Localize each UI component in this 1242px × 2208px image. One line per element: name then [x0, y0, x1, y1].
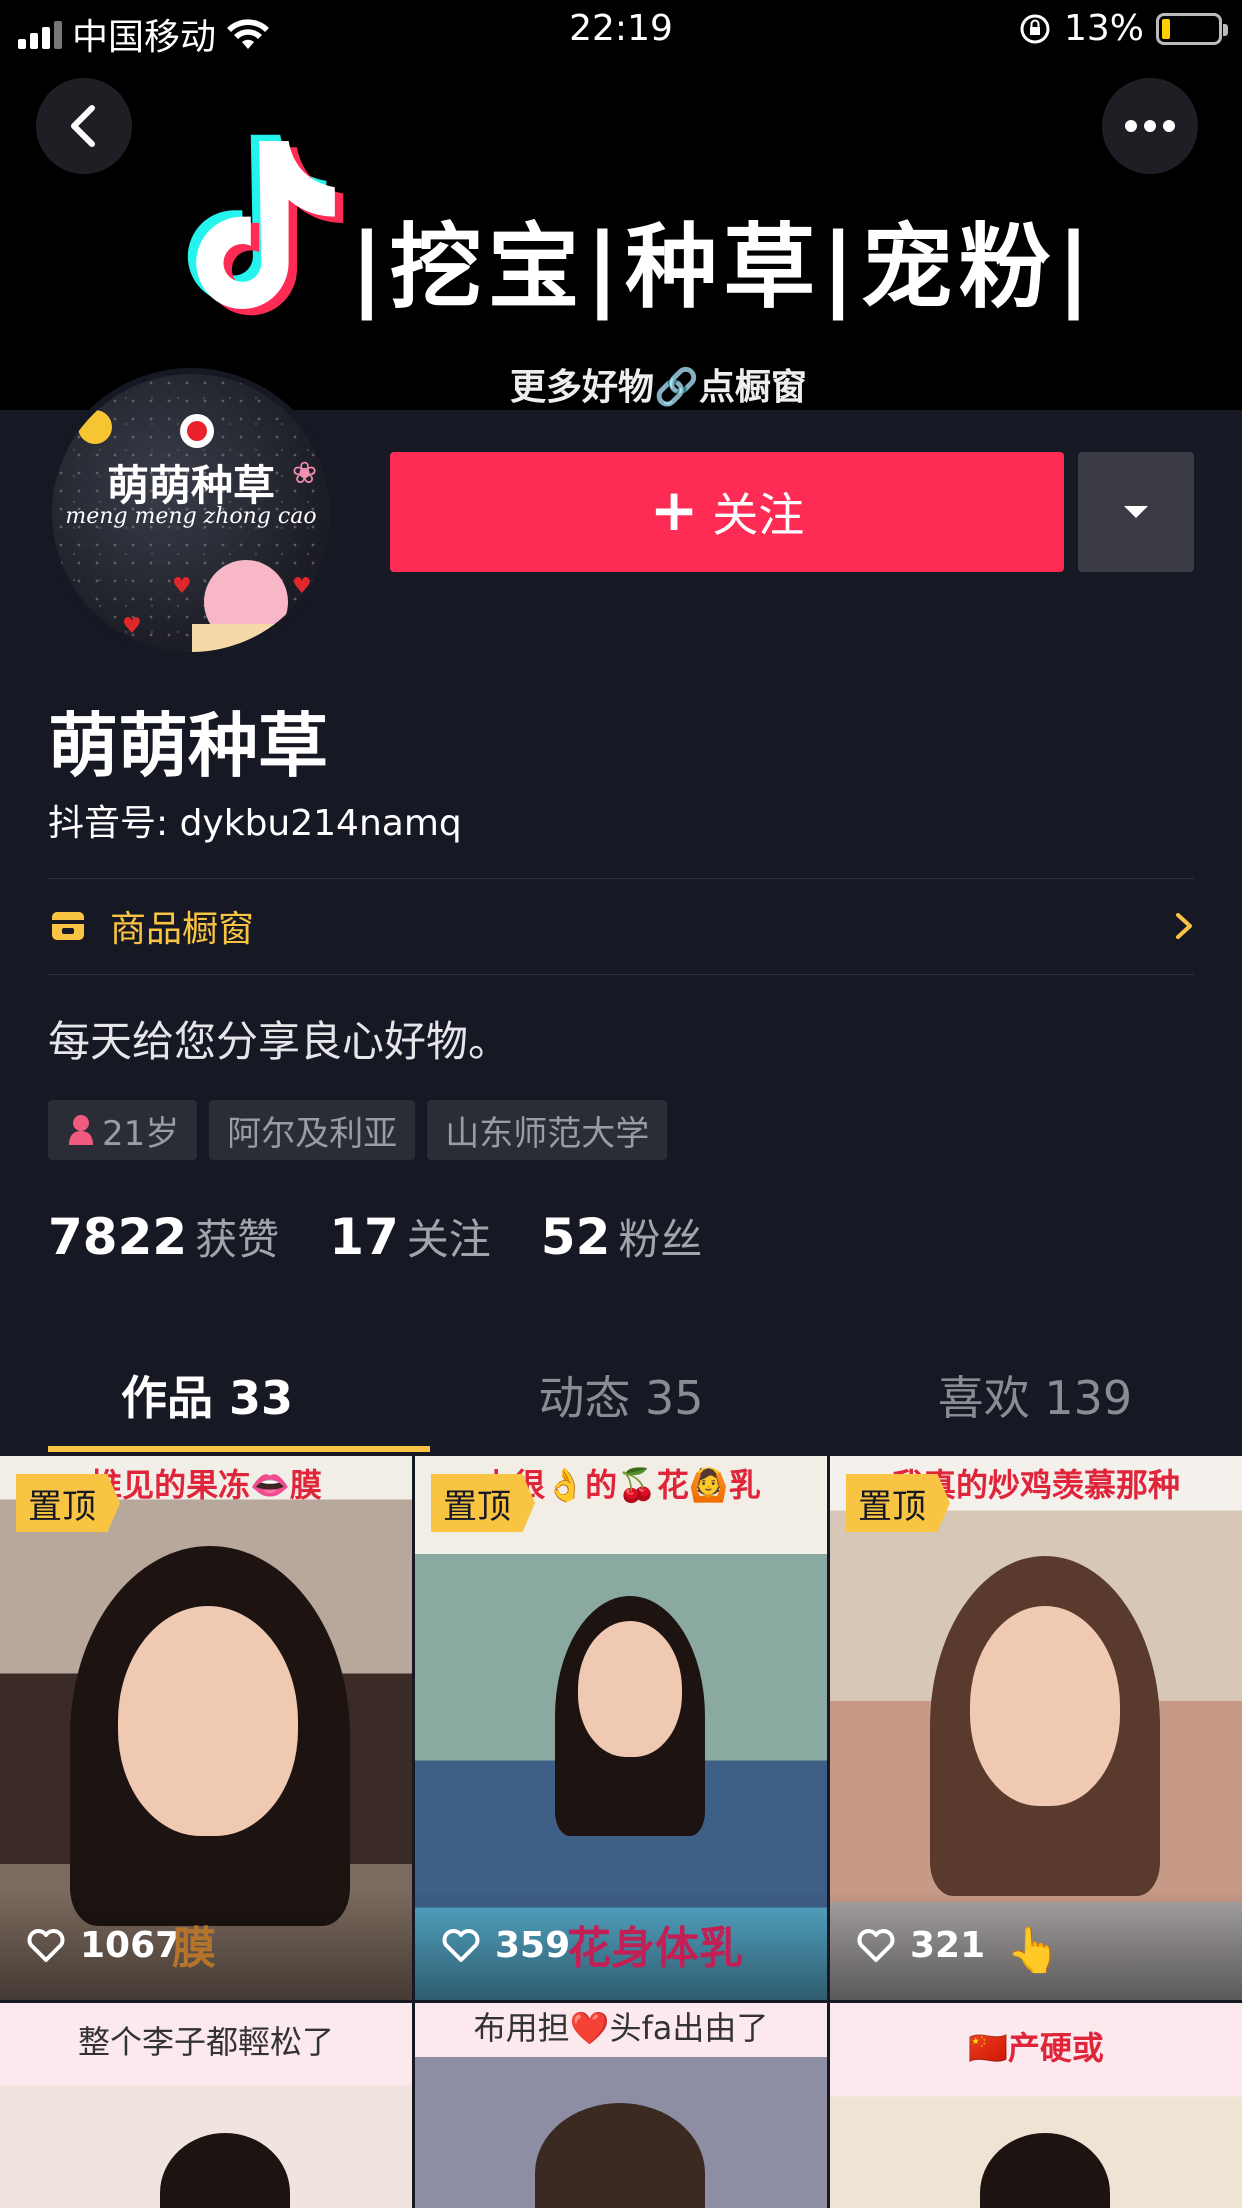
tiktok-logo-icon [187, 134, 344, 316]
profile-banner: |挖宝|种草|宠粉| 更多好物🔗点橱窗 中国移动 22:19 13% [0, 0, 1242, 410]
status-bar: 中国移动 22:19 13% [0, 0, 1242, 60]
tab-moments[interactable]: 动态 35 [414, 1340, 828, 1450]
video-grid: 推见的果冻👄膜 置顶 1067 膜 上很👌的🍒花🙆乳 置顶 359 花身体乳 我… [0, 1456, 1242, 2208]
rotation-lock-icon [1020, 14, 1050, 43]
caret-down-icon [1124, 506, 1148, 518]
heart-icon: ♥ [172, 574, 192, 599]
video-thumbnail[interactable]: 上很👌的🍒花🙆乳 置顶 359 花身体乳 [415, 1456, 827, 2000]
pinned-badge: 置顶 [431, 1474, 535, 1532]
banner-slogan: |挖宝|种草|宠粉| [350, 214, 1097, 321]
like-count-value: 1067 [80, 1924, 181, 1966]
avatar[interactable]: 萌萌种草 ❀ meng meng zhong cao ♥ ♥ ♥ [46, 368, 336, 658]
video-thumbnail[interactable]: 布用担❤️头fa出由了 [415, 2003, 827, 2208]
douyin-id: 抖音号: dykbu214namq [48, 803, 462, 844]
follow-label: 关注 [712, 488, 805, 542]
follow-button[interactable]: + 关注 [390, 452, 1064, 572]
shop-icon [52, 912, 84, 940]
likes-count: 7822 [48, 1208, 188, 1266]
shop-window-link[interactable]: 商品橱窗 [48, 878, 1194, 974]
following-label[interactable]: 关注 [407, 1206, 491, 1267]
banner-subtitle: 更多好物🔗点橱窗 [510, 367, 807, 408]
flower-icon: ❀ [292, 456, 318, 491]
school-label: 山东师范大学 [445, 1113, 650, 1154]
heart-outline-icon [442, 1929, 480, 1962]
video-tagline: 膜 [172, 1923, 216, 1974]
video-thumbnail[interactable]: 🇨🇳产硬或 [830, 2003, 1242, 2208]
tab-likes[interactable]: 喜欢 139 [828, 1340, 1242, 1450]
pinned-badge: 置顶 [846, 1474, 950, 1532]
chevron-right-icon [1176, 913, 1192, 939]
video-caption: 整个李子都輕松了 [77, 2023, 334, 2061]
video-tagline: 花身体乳 [567, 1923, 743, 1974]
active-tab-indicator [48, 1446, 430, 1452]
video-thumbnail[interactable]: 推见的果冻👄膜 置顶 1067 膜 [0, 1456, 412, 2000]
recommend-dropdown-button[interactable] [1078, 452, 1194, 572]
tab-works[interactable]: 作品 33 [0, 1340, 414, 1450]
plus-icon: + [649, 476, 699, 544]
age-label: 21岁 [102, 1113, 180, 1154]
like-count: 1067 [26, 1925, 180, 1966]
profile-name: 萌萌种草 [48, 705, 328, 787]
like-count-value: 321 [910, 1924, 986, 1966]
chevron-left-icon [71, 105, 95, 147]
like-count: 359 [441, 1925, 570, 1966]
video-caption: 🇨🇳产硬或 [968, 2029, 1104, 2067]
heart-outline-icon [857, 1929, 895, 1962]
profile-stats: 7822 获赞 17 关注 52 粉丝 [48, 1206, 752, 1267]
more-options-button[interactable] [1102, 78, 1198, 174]
profile-bio: 每天给您分享良心好物。 [48, 1017, 511, 1066]
heart-outline-icon [27, 1929, 65, 1962]
battery-icon [1156, 12, 1228, 45]
video-thumbnail[interactable]: 整个李子都輕松了 [0, 2003, 412, 2208]
pinned-badge: 置顶 [16, 1474, 120, 1532]
video-thumbnail[interactable]: 我真的炒鸡羡慕那种 置顶 321 👆 [830, 1456, 1242, 2000]
play-badge-icon [180, 414, 214, 448]
sticker-icon [78, 410, 112, 444]
heart-icon: ♥ [122, 614, 142, 639]
location-tag: 阿尔及利亚 [209, 1100, 416, 1160]
likes-label: 获赞 [195, 1215, 280, 1264]
followers-count[interactable]: 52 [541, 1208, 611, 1266]
battery-percent: 13% [1063, 8, 1144, 49]
female-icon [69, 1115, 93, 1145]
followers-label[interactable]: 粉丝 [618, 1206, 702, 1267]
back-button[interactable] [36, 78, 132, 174]
divider [48, 974, 1194, 975]
shop-window-label: 商品橱窗 [110, 909, 255, 950]
profile-tags: 21岁 阿尔及利亚 山东师范大学 [48, 1100, 668, 1160]
school-tag: 山东师范大学 [427, 1100, 668, 1160]
avatar-subtitle: meng meng zhong cao [65, 504, 317, 529]
age-tag: 21岁 [48, 1100, 198, 1160]
video-tagline: 👆 [1006, 1925, 1061, 1976]
heart-icon: ♥ [292, 574, 312, 599]
more-dots-icon [1125, 120, 1175, 132]
location-label: 阿尔及利亚 [227, 1113, 398, 1154]
video-caption: 布用担❤️头fa出由了 [473, 2009, 769, 2047]
content-tabs: 作品 33 动态 35 喜欢 139 [0, 1340, 1242, 1450]
like-count: 321 [856, 1925, 985, 1966]
following-count[interactable]: 17 [329, 1208, 399, 1266]
like-count-value: 359 [495, 1924, 571, 1966]
